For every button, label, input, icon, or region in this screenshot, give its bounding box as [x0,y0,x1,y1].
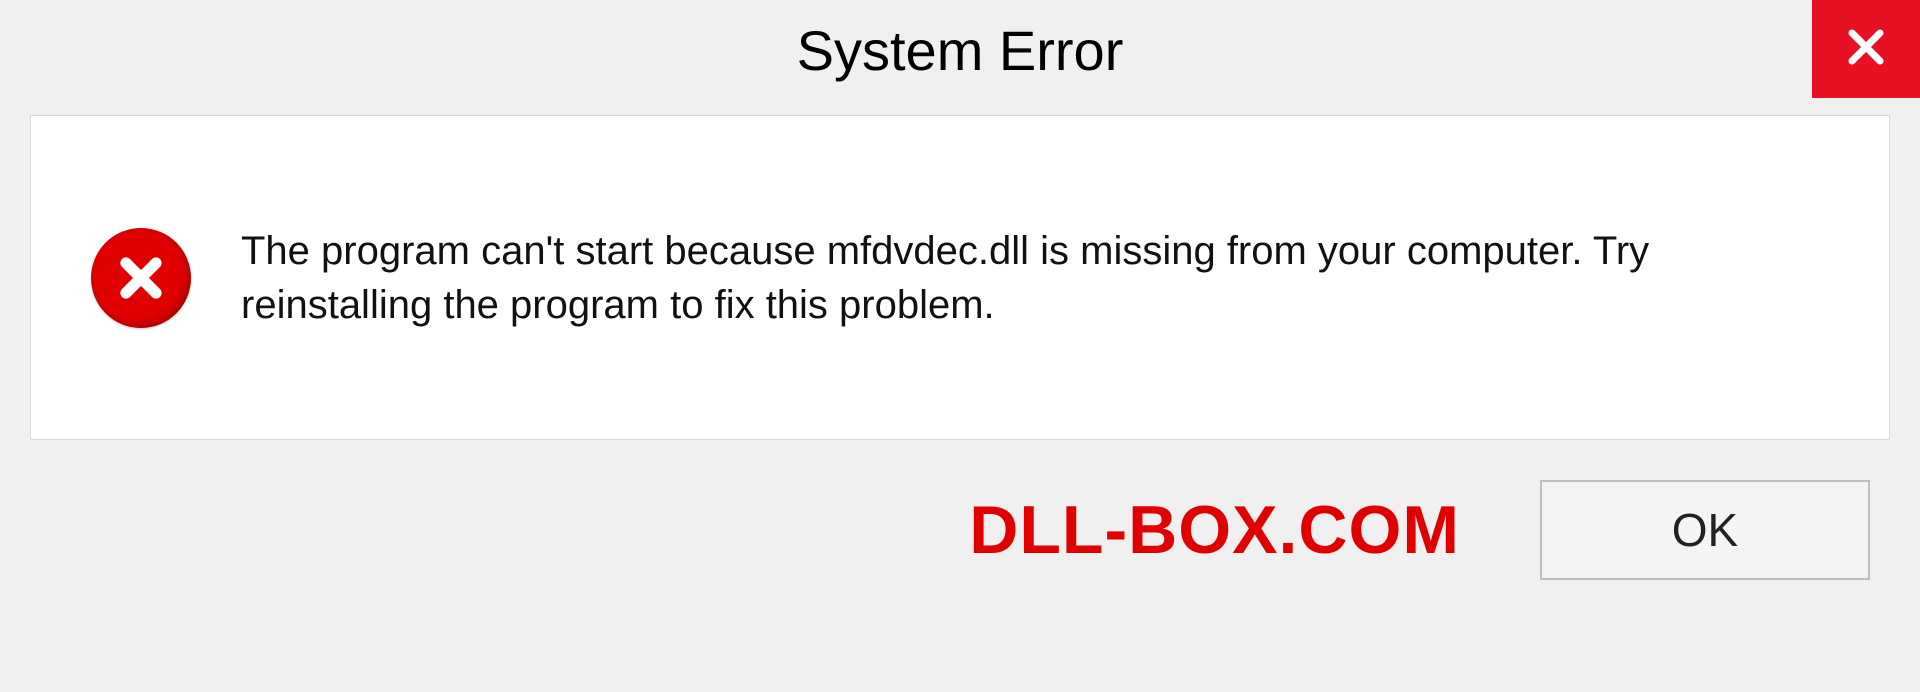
message-panel: The program can't start because mfdvdec.… [30,115,1890,440]
ok-button[interactable]: OK [1540,480,1870,580]
titlebar: System Error [0,0,1920,115]
watermark-text: DLL-BOX.COM [969,491,1460,569]
dialog-title: System Error [797,18,1124,83]
close-button[interactable] [1812,0,1920,98]
error-circle-icon [91,228,191,328]
close-icon [1842,23,1890,76]
dialog-footer: DLL-BOX.COM OK [30,480,1890,580]
error-message: The program can't start because mfdvdec.… [241,224,1829,332]
